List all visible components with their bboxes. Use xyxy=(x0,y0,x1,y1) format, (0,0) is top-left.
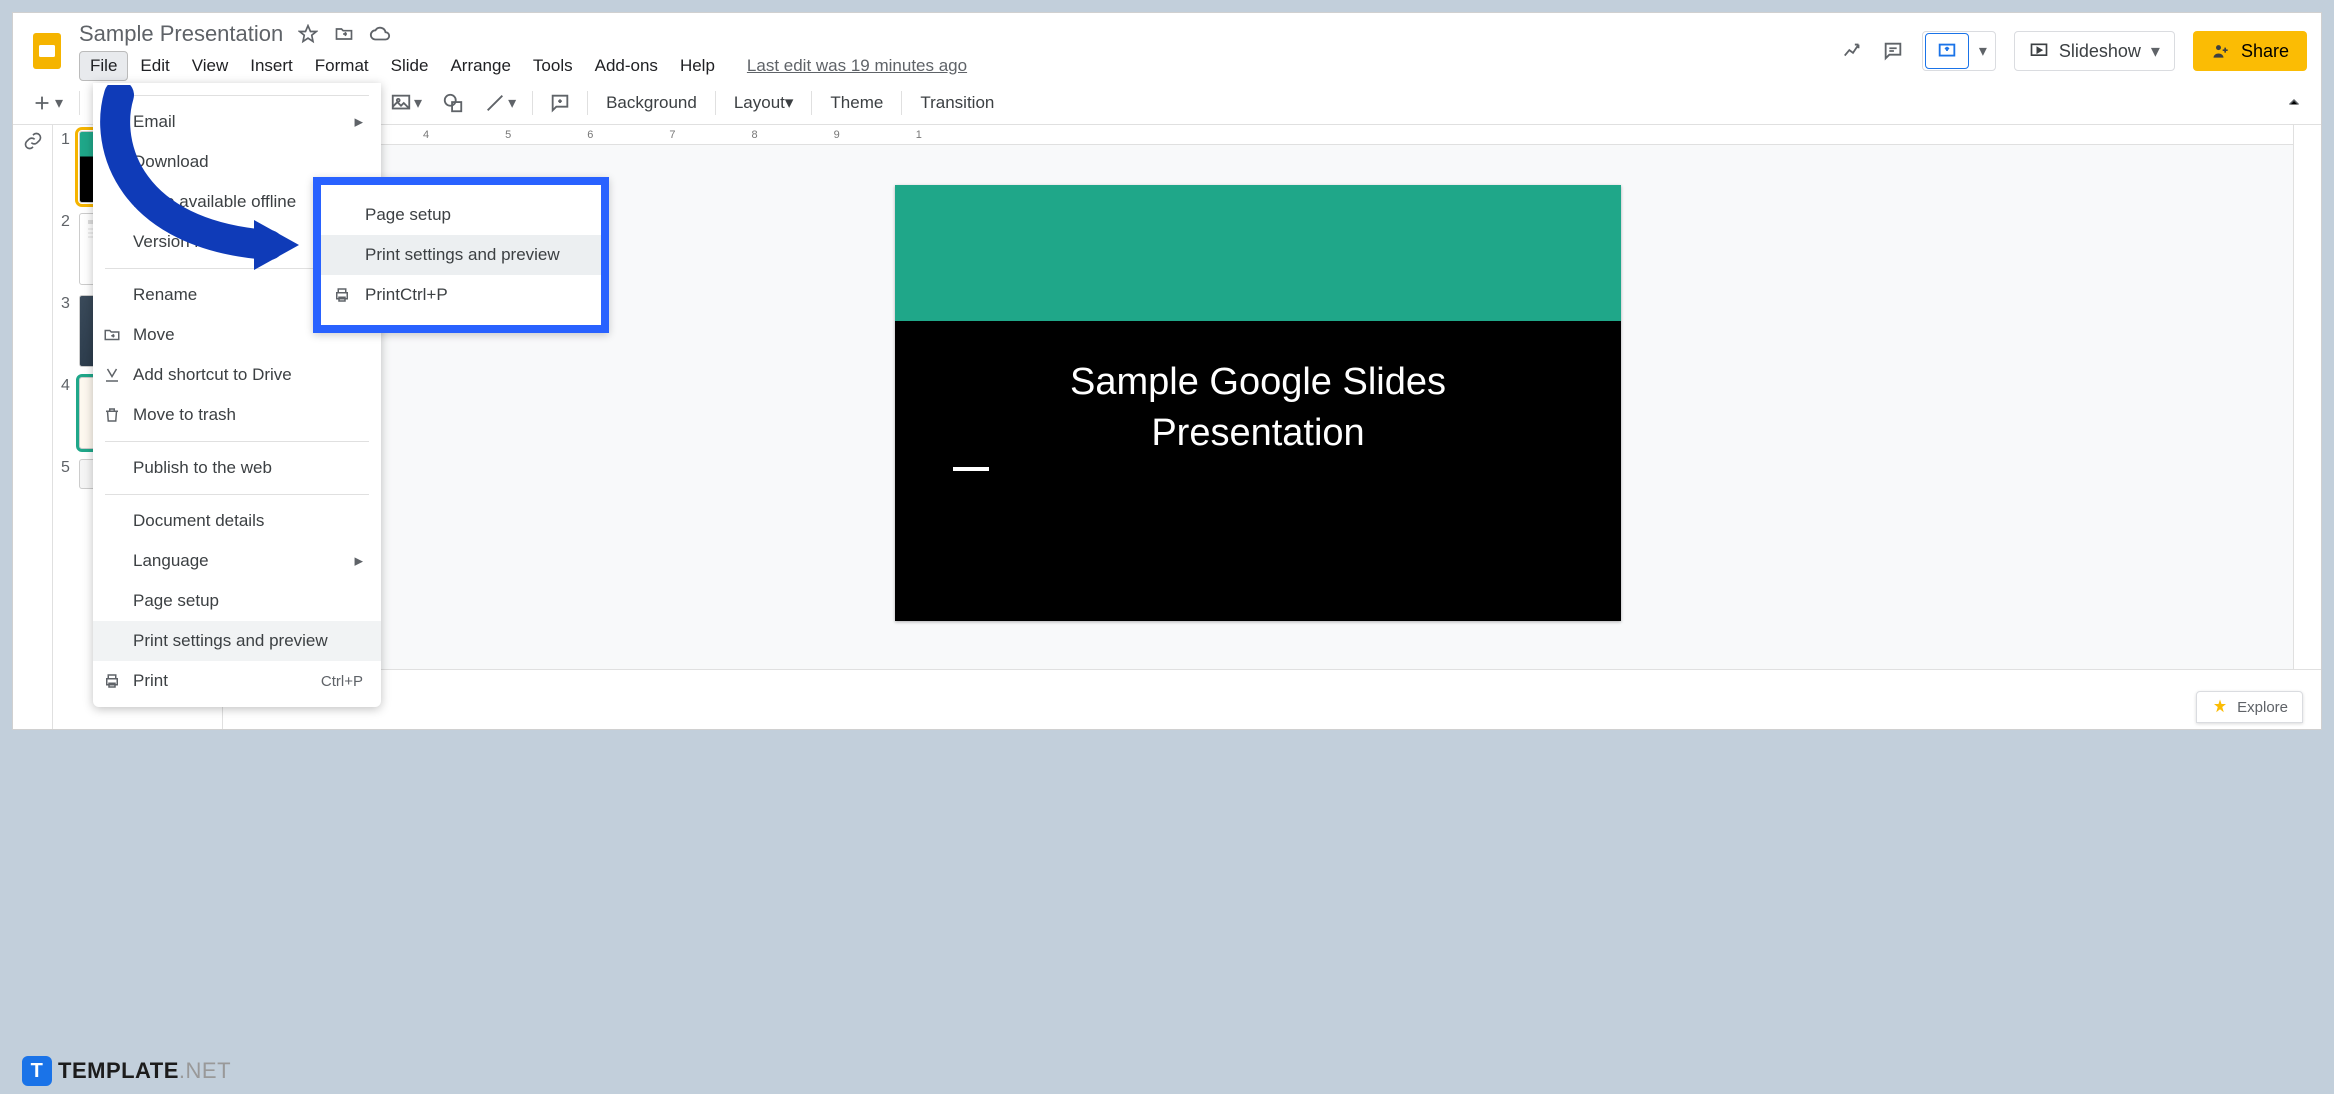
slide-canvas[interactable]: Sample Google SlidesPresentation xyxy=(895,185,1621,621)
menu-insert[interactable]: Insert xyxy=(240,52,303,80)
thumb-num: 2 xyxy=(61,213,73,285)
background-button[interactable]: Background xyxy=(596,87,707,119)
arrow-annotation xyxy=(99,85,329,275)
slideshow-button[interactable]: Slideshow ▾ xyxy=(2014,31,2175,71)
move-folder-icon[interactable] xyxy=(333,23,355,45)
menu-file[interactable]: File xyxy=(79,51,128,81)
menu-page-setup[interactable]: Page setup xyxy=(93,581,381,621)
comment-tool-icon[interactable] xyxy=(541,86,579,120)
watermark: T TEMPLATE.NET xyxy=(22,1056,231,1086)
link-icon[interactable] xyxy=(23,131,43,151)
sub-page-setup[interactable]: Page setup xyxy=(321,195,601,235)
share-label: Share xyxy=(2241,41,2289,62)
menu-view[interactable]: View xyxy=(182,52,239,80)
menu-format[interactable]: Format xyxy=(305,52,379,80)
new-slide-button[interactable]: ▾ xyxy=(23,86,71,120)
image-tool-icon[interactable]: ▾ xyxy=(382,86,430,120)
explore-label: Explore xyxy=(2237,699,2288,716)
comments-icon[interactable] xyxy=(1882,40,1904,62)
menu-doc-details[interactable]: Document details xyxy=(93,501,381,541)
layout-button[interactable]: Layout▾ xyxy=(724,87,804,119)
present-dropdown[interactable]: ▾ xyxy=(1922,31,1996,71)
document-title[interactable]: Sample Presentation xyxy=(79,21,283,47)
slides-logo[interactable] xyxy=(27,31,67,71)
app-window: Sample Presentation File Edit View Inser… xyxy=(12,12,2322,730)
right-sidebar xyxy=(2293,125,2321,729)
shape-tool-icon[interactable] xyxy=(434,86,472,120)
theme-button[interactable]: Theme xyxy=(820,87,893,119)
hide-menus-icon[interactable] xyxy=(2277,88,2311,118)
thumb-num: 4 xyxy=(61,377,73,449)
explore-button[interactable]: Explore xyxy=(2196,691,2303,723)
slideshow-label: Slideshow xyxy=(2059,41,2141,62)
submenu-highlight: Page setup Print settings and preview Pr… xyxy=(313,177,609,333)
trend-icon[interactable] xyxy=(1842,40,1864,62)
menu-tools[interactable]: Tools xyxy=(523,52,583,80)
menu-publish[interactable]: Publish to the web xyxy=(93,448,381,488)
menu-addons[interactable]: Add-ons xyxy=(585,52,668,80)
menu-help[interactable]: Help xyxy=(670,52,725,80)
menu-add-shortcut[interactable]: Add shortcut to Drive xyxy=(93,355,381,395)
menu-arrange[interactable]: Arrange xyxy=(440,52,520,80)
header: Sample Presentation File Edit View Inser… xyxy=(13,13,2321,81)
ruler: 4567891 xyxy=(223,125,2293,145)
menu-print[interactable]: PrintCtrl+P xyxy=(93,661,381,701)
sub-print-settings[interactable]: Print settings and preview xyxy=(321,235,601,275)
menubar: File Edit View Insert Format Slide Arran… xyxy=(79,51,1842,81)
sub-print[interactable]: PrintCtrl+P xyxy=(321,275,601,315)
slide-dash xyxy=(953,467,989,471)
share-button[interactable]: Share xyxy=(2193,31,2307,71)
line-tool-icon[interactable]: ▾ xyxy=(476,86,524,120)
thumb-num: 5 xyxy=(61,459,73,489)
menu-language[interactable]: Language▸ xyxy=(93,541,381,581)
menu-edit[interactable]: Edit xyxy=(130,52,179,80)
transition-button[interactable]: Transition xyxy=(910,87,1004,119)
last-edit-link[interactable]: Last edit was 19 minutes ago xyxy=(747,56,967,76)
thumb-num: 3 xyxy=(61,295,73,367)
thumb-num: 1 xyxy=(61,131,73,203)
menu-slide[interactable]: Slide xyxy=(381,52,439,80)
menu-move-trash[interactable]: Move to trash xyxy=(93,395,381,435)
speaker-notes[interactable]: d speaker notes xyxy=(223,669,2321,729)
slide-title: Sample Google SlidesPresentation xyxy=(895,321,1621,460)
cloud-status-icon[interactable] xyxy=(369,23,391,45)
star-icon[interactable] xyxy=(297,23,319,45)
left-sidebar xyxy=(13,125,53,729)
menu-print-settings[interactable]: Print settings and preview xyxy=(93,621,381,661)
